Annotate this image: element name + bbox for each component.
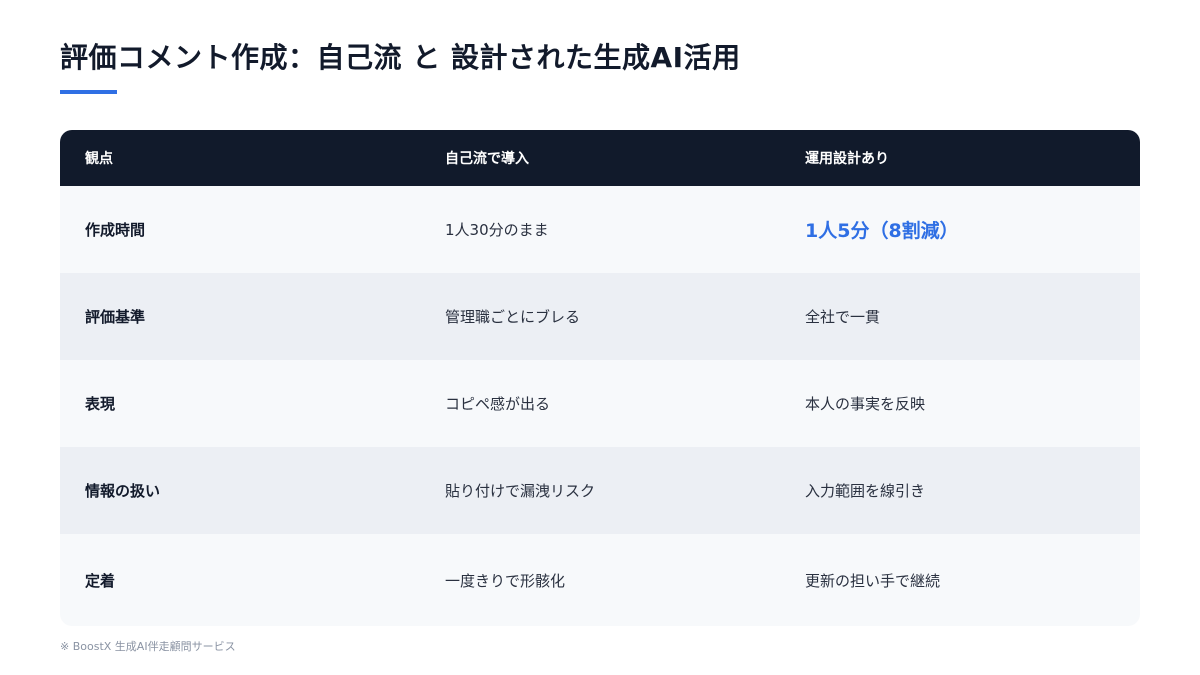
row-self-style: 管理職ごとにブレる bbox=[445, 308, 581, 326]
table-row: 作成時間 1人30分のまま 1人5分（8割減） bbox=[60, 186, 1140, 273]
footnote: ※ BoostX 生成AI伴走顧問サービス bbox=[60, 640, 236, 653]
table-row: 情報の扱い 貼り付けで漏洩リスク 入力範囲を線引き bbox=[60, 447, 1140, 534]
title-accent-bar bbox=[60, 90, 117, 94]
row-self-style: 1人30分のまま bbox=[445, 221, 549, 239]
row-self-style: 貼り付けで漏洩リスク bbox=[445, 482, 596, 500]
row-aspect: 表現 bbox=[85, 395, 116, 413]
table-row: 評価基準 管理職ごとにブレる 全社で一貫 bbox=[60, 273, 1140, 360]
header-self-style: 自己流で導入 bbox=[445, 151, 529, 167]
row-designed: 更新の担い手で継続 bbox=[805, 571, 941, 590]
row-self-style: コピペ感が出る bbox=[445, 395, 551, 413]
table-header: 観点 自己流で導入 運用設計あり bbox=[60, 130, 1140, 186]
header-designed: 運用設計あり bbox=[805, 151, 889, 167]
row-designed-highlight: 1人5分（8割減） bbox=[805, 220, 959, 242]
slide: 評価コメント作成：自己流 と 設計された生成AI活用 観点 自己流で導入 運用設… bbox=[0, 0, 1200, 675]
page-title: 評価コメント作成：自己流 と 設計された生成AI活用 bbox=[60, 41, 741, 74]
table-row: 表現 コピペ感が出る 本人の事実を反映 bbox=[60, 360, 1140, 447]
row-aspect: 情報の扱い bbox=[85, 482, 161, 500]
row-self-style: 一度きりで形骸化 bbox=[445, 571, 566, 590]
comparison-table: 観点 自己流で導入 運用設計あり 作成時間 1人30分のまま 1人5分（8割減）… bbox=[60, 130, 1140, 626]
row-aspect: 定着 bbox=[85, 571, 116, 590]
row-designed: 本人の事実を反映 bbox=[805, 395, 926, 413]
row-aspect: 評価基準 bbox=[85, 308, 146, 326]
table-row: 定着 一度きりで形骸化 更新の担い手で継続 bbox=[60, 534, 1140, 626]
header-aspect: 観点 bbox=[85, 151, 113, 167]
row-designed: 全社で一貫 bbox=[805, 308, 881, 326]
row-aspect: 作成時間 bbox=[85, 221, 146, 239]
row-designed: 入力範囲を線引き bbox=[805, 482, 926, 500]
